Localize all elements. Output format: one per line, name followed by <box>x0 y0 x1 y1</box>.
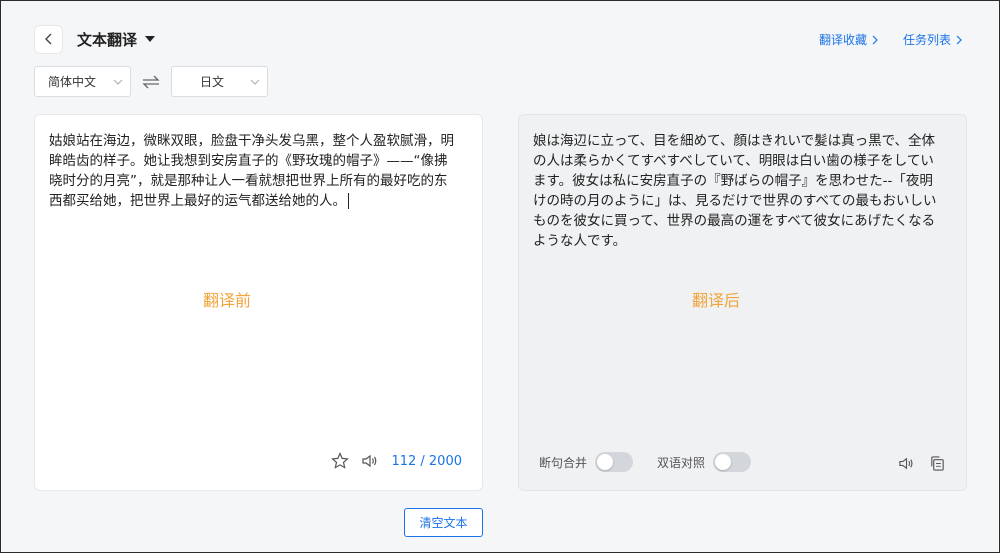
task-list-link[interactable]: 任务列表 <box>903 31 963 48</box>
swap-languages-button[interactable] <box>131 66 171 97</box>
merge-sentences-option: 断句合并 <box>539 452 634 472</box>
target-footer: 断句合并 双语对照 <box>539 452 775 472</box>
bilingual-compare-toggle[interactable] <box>713 452 752 472</box>
caret-down-icon[interactable] <box>145 36 156 42</box>
merge-sentences-toggle[interactable] <box>595 452 634 472</box>
text-cursor <box>348 193 349 209</box>
header: 文本翻译 <box>34 23 156 55</box>
copy-icon[interactable] <box>929 455 946 472</box>
favorites-link[interactable]: 翻译收藏 <box>819 31 879 48</box>
chevron-right-icon <box>956 35 962 44</box>
chevron-down-icon <box>113 79 123 85</box>
source-footer: 112 / 2000 <box>331 452 462 470</box>
merge-sentences-label: 断句合并 <box>539 455 588 470</box>
top-links: 翻译收藏 任务列表 <box>819 31 963 48</box>
toggle-knob <box>715 454 732 470</box>
source-text-area[interactable]: 姑娘站在海边，微眯双眼，脸盘干净头发乌黑，整个人盈软腻滑，明眸皓齿的样子。她让我… <box>49 131 459 211</box>
char-count: 112 / 2000 <box>391 453 462 469</box>
source-language-select[interactable]: 简体中文 <box>34 66 131 97</box>
bilingual-compare-label: 双语对照 <box>657 455 706 470</box>
source-hint: 翻译前 <box>203 291 252 310</box>
target-language-value: 日文 <box>200 75 225 89</box>
chevron-left-icon <box>44 33 51 45</box>
source-text-panel[interactable]: 姑娘站在海边，微眯双眼，脸盘干净头发乌黑，整个人盈软腻滑，明眸皓齿的样子。她让我… <box>34 114 483 491</box>
language-bar: 简体中文 日文 <box>34 66 268 97</box>
source-text: 姑娘站在海边，微眯双眼，脸盘干净头发乌黑，整个人盈软腻滑，明眸皓齿的样子。她让我… <box>49 133 454 209</box>
chevron-down-icon <box>250 79 260 85</box>
source-language-value: 简体中文 <box>48 75 97 89</box>
translated-text: 娘は海辺に立って、目を細めて、顔はきれいで髪は真っ黒で、全体の人は柔らかくてすべ… <box>533 133 937 249</box>
bilingual-compare-option: 双语对照 <box>657 452 752 472</box>
page-title: 文本翻译 <box>77 30 138 49</box>
back-button[interactable] <box>34 24 63 54</box>
star-icon[interactable] <box>331 452 350 470</box>
chevron-right-icon <box>872 35 878 44</box>
task-list-link-label: 任务列表 <box>902 33 951 47</box>
swap-icon <box>142 75 160 88</box>
favorites-link-label: 翻译收藏 <box>818 33 867 47</box>
speaker-icon[interactable] <box>361 452 379 470</box>
target-hint: 翻译后 <box>692 291 741 310</box>
target-language-select[interactable]: 日文 <box>171 66 268 97</box>
target-actions <box>898 455 946 472</box>
toggle-knob <box>597 454 614 470</box>
speaker-icon[interactable] <box>898 455 915 472</box>
target-text-panel: 娘は海辺に立って、目を細めて、顔はきれいで髪は真っ黒で、全体の人は柔らかくてすべ… <box>518 114 967 491</box>
clear-text-button[interactable]: 清空文本 <box>404 508 483 537</box>
